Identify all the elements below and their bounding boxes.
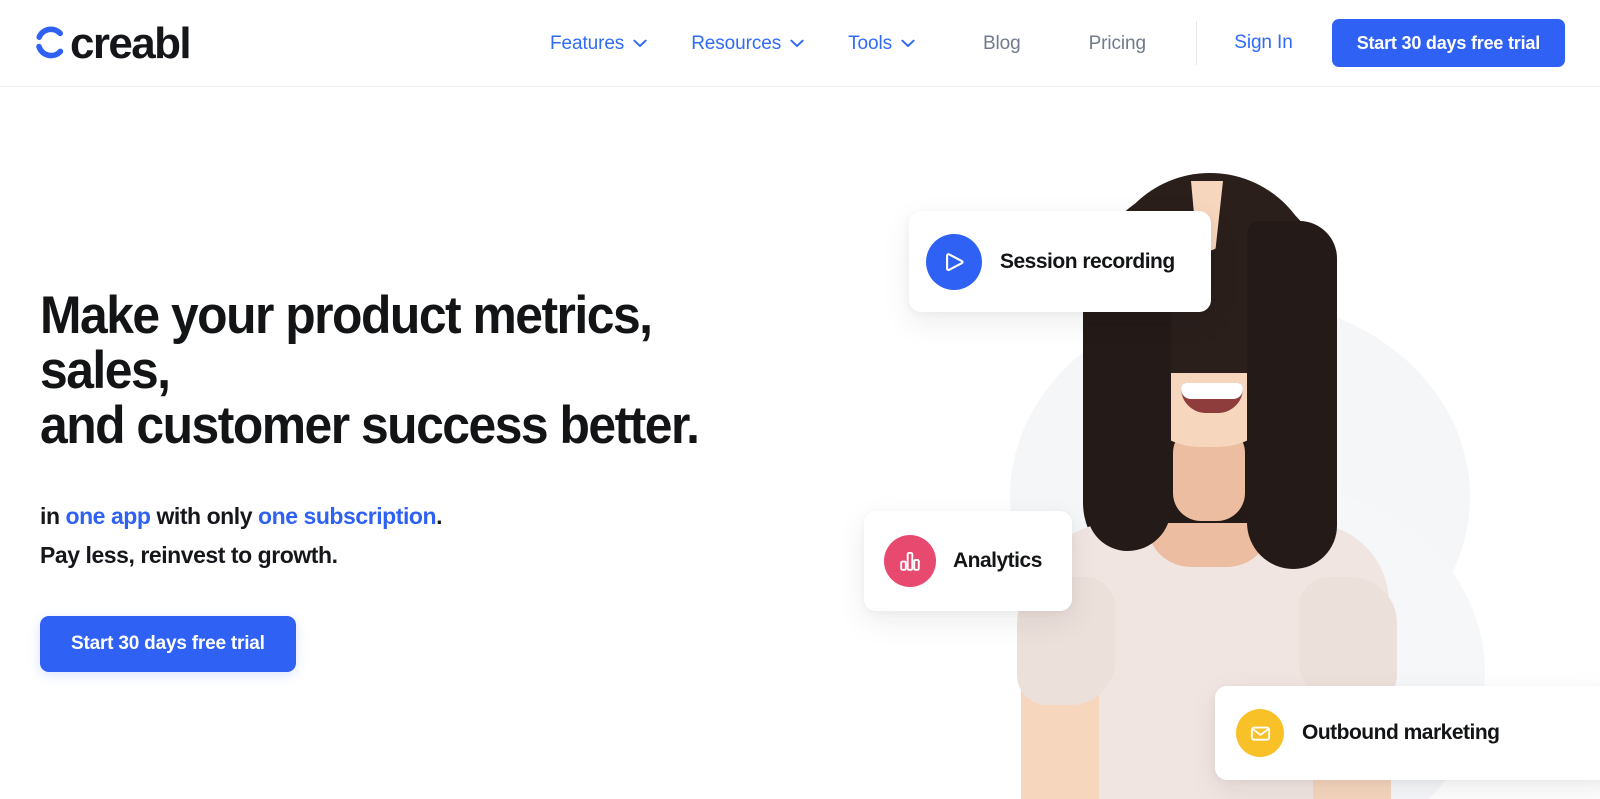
chevron-down-icon — [633, 39, 647, 47]
nav-item-pricing[interactable]: Pricing — [1067, 34, 1168, 53]
nav-item-tools[interactable]: Tools — [826, 34, 937, 53]
hero-subtitle-line-2: Pay less, reinvest to growth. — [40, 541, 338, 568]
hero-free-trial-button[interactable]: Start 30 days free trial — [40, 615, 296, 672]
sub-highlight-one-subscription: one subscription — [258, 503, 437, 530]
feature-card-analytics[interactable]: Analytics — [864, 511, 1072, 611]
sub-text-3: . — [436, 503, 443, 530]
hero-subtitle-line-1: in one app with only one subscription. — [40, 497, 800, 536]
header-actions: Sign In Start 30 days free trial — [1196, 0, 1565, 86]
nav-item-tools-label: Tools — [848, 32, 892, 54]
chevron-down-icon — [790, 39, 804, 47]
nav-item-pricing-label: Pricing — [1088, 32, 1146, 54]
nav-item-blog[interactable]: Blog — [961, 34, 1043, 53]
nav-item-blog-label: Blog — [982, 32, 1021, 54]
primary-nav: Features Resources Tools Blog Pricing — [528, 0, 1168, 86]
envelope-icon — [1236, 709, 1284, 757]
feature-card-analytics-label: Analytics — [953, 549, 1042, 572]
hero-headline: Make your product metrics, sales, and cu… — [40, 286, 700, 456]
feature-card-session-recording[interactable]: Session recording — [909, 211, 1211, 312]
site-header: creabl Features Resources Tools Blog Pri… — [0, 0, 1600, 87]
sub-highlight-one-app: one app — [65, 503, 151, 530]
feature-card-session-recording-label: Session recording — [1000, 249, 1175, 273]
creabl-circle-mark-icon — [36, 26, 64, 59]
landing-page: creabl Features Resources Tools Blog Pri… — [0, 0, 1600, 799]
hero-subtitle: in one app with only one subscription. P… — [40, 497, 800, 574]
hero-content: Make your product metrics, sales, and cu… — [40, 288, 800, 672]
chevron-down-icon — [901, 39, 915, 47]
header-free-trial-button[interactable]: Start 30 days free trial — [1331, 19, 1565, 67]
nav-item-resources[interactable]: Resources — [669, 34, 826, 53]
sign-in-link[interactable]: Sign In — [1234, 32, 1293, 54]
header-divider — [1196, 21, 1198, 65]
nav-item-features-label: Features — [550, 32, 625, 54]
brand-logo[interactable]: creabl — [33, 17, 192, 69]
play-icon — [926, 233, 982, 290]
nav-item-resources-label: Resources — [691, 32, 782, 54]
feature-card-outbound-marketing-label: Outbound marketing — [1302, 721, 1500, 744]
person-hair-side-right — [1247, 221, 1337, 569]
sub-text-2: with only — [150, 503, 259, 530]
person-teeth — [1181, 383, 1243, 399]
brand-name: creabl — [70, 19, 192, 68]
sub-text-1: in — [40, 503, 66, 530]
nav-item-features[interactable]: Features — [528, 34, 669, 53]
feature-card-outbound-marketing[interactable]: Outbound marketing — [1215, 686, 1600, 780]
bar-chart-icon — [884, 535, 936, 587]
